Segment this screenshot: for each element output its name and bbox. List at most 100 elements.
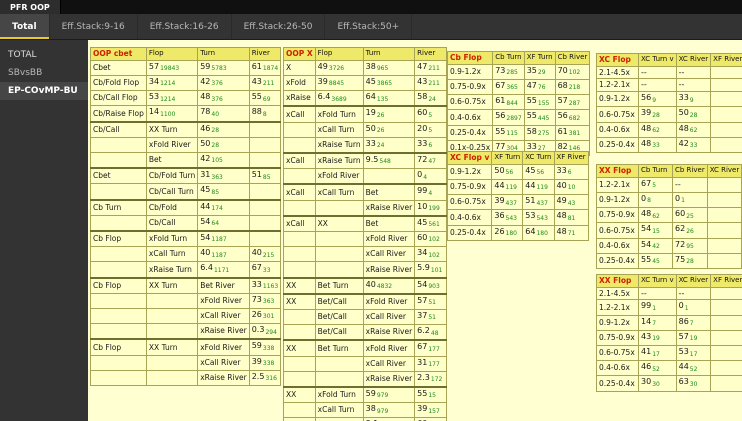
cell-value: 53543 — [523, 210, 554, 225]
cell-label: Bet River — [198, 278, 250, 294]
cell-value: 40215 — [249, 247, 280, 262]
cell-label: Bet/Call — [315, 325, 363, 341]
cell-value: 54903 — [415, 278, 446, 294]
tab-effstack-9-16[interactable]: Eff.Stack:9-16 — [50, 14, 138, 39]
cell-value: 2.5316 — [249, 370, 280, 385]
cell-value: 61844 — [493, 95, 524, 110]
table-row: 0.9-1.2x73285352970102 — [448, 64, 590, 79]
tab-total[interactable]: Total — [0, 14, 50, 39]
table-row: Bet/CallxRaise River6.248 — [284, 325, 447, 341]
table-row: xFold River5028 — [91, 137, 281, 152]
sidebar-item-ep-covmp-bu[interactable]: EP-COvMP-BU — [0, 82, 88, 100]
table-row: X4937263896547211 — [284, 60, 447, 75]
cell-label: Cb/Raise Flop — [91, 106, 147, 122]
cell-empty — [146, 293, 197, 308]
cell-value: 7295 — [673, 238, 708, 253]
cell-label: Cb/Call — [91, 122, 147, 138]
cell-label: Cb Flop — [91, 231, 147, 247]
stats-table-t3: Cb FlopCb TurnXF TurnCb River0.9-1.2x732… — [447, 51, 590, 156]
cell-value: 4871 — [554, 225, 588, 240]
table-row: 2.1-4.5x---- — [597, 287, 742, 300]
cell-label: xCall — [284, 184, 316, 200]
cell-empty — [707, 253, 742, 268]
cell-label: 0.75-0.9x — [448, 79, 493, 94]
cell-empty — [711, 107, 742, 122]
cell-value: 39437 — [492, 195, 523, 210]
cell-empty — [249, 231, 280, 247]
cell-value: 57287 — [555, 95, 590, 110]
cell-empty — [315, 200, 363, 216]
stack-tabbar: Total Eff.Stack:9-16 Eff.Stack:16-26 Eff… — [0, 14, 742, 40]
cell-value: 4117 — [639, 346, 677, 361]
cell-value: 5415 — [639, 223, 673, 238]
sidebar-item-sbvsbb[interactable]: SBvsBB — [0, 64, 88, 82]
cell-empty — [146, 355, 197, 370]
cell-empty — [711, 137, 742, 152]
cell-label: Cb Turn — [91, 200, 147, 216]
cell-value: -- — [639, 66, 677, 79]
table-row: xFold39884545386543211 — [284, 75, 447, 90]
cell-empty — [284, 122, 316, 137]
stats-table-t6: XX FlopCb TurnCb RiverXC River1.2-2.1x67… — [596, 164, 742, 269]
cell-label: xCall — [284, 106, 316, 122]
cell-value: 5185 — [249, 168, 280, 184]
cell-empty — [249, 152, 280, 168]
cell-empty — [711, 330, 742, 345]
cell-empty — [707, 238, 742, 253]
cell-value: 4319 — [639, 330, 677, 345]
table-row: xCall River39338 — [91, 355, 281, 370]
cell-label: 0.75-0.9x — [597, 330, 639, 345]
cell-label: Bet Turn — [315, 278, 363, 294]
cell-value: 336 — [415, 137, 446, 153]
table-row: 0.25-0.4x551155827561381 — [448, 125, 590, 140]
window-tab-label: PFR OOP — [10, 3, 50, 12]
cell-value: 2.3172 — [415, 371, 446, 387]
cell-value: 339 — [676, 92, 711, 107]
cell-label: xFold Turn — [315, 387, 363, 403]
tab-effstack-50plus[interactable]: Eff.Stack:50+ — [325, 14, 412, 39]
header-row: Cb FlopCb TurnXF TurnCb River — [448, 52, 590, 65]
cell-value: 3928 — [639, 107, 677, 122]
table-row: xCallxRaise Turn9.55487247 — [284, 153, 447, 169]
cell-value: 5751 — [415, 294, 446, 310]
cell-empty — [284, 137, 316, 153]
cell-value: 5028 — [198, 137, 250, 152]
column-header: River — [415, 48, 446, 61]
cell-value: 67365 — [493, 79, 524, 94]
tab-effstack-16-26[interactable]: Eff.Stack:16-26 — [138, 14, 232, 39]
table-row: xFold River60102 — [284, 231, 447, 246]
cell-value: 404832 — [363, 278, 415, 294]
cell-empty — [711, 92, 742, 107]
table-row: 0.4-0.6x36543535434881 — [448, 210, 589, 225]
table-row: Cb FlopxFold Turn541187 — [91, 231, 281, 247]
window-tab-pfr-oop[interactable]: PFR OOP — [0, 0, 61, 14]
cell-value: 4862 — [639, 208, 673, 223]
tab-effstack-26-50[interactable]: Eff.Stack:26-50 — [232, 14, 326, 39]
cell-label: xRaise Turn — [315, 153, 363, 169]
table-row: xFold River73363 — [91, 293, 281, 308]
cell-label: Cb/Fold Flop — [91, 75, 147, 90]
cell-label: 0.9-1.2x — [597, 315, 639, 330]
table-row: xCall Turn40118740215 — [91, 247, 281, 262]
table-title: XC Flop v — [448, 152, 492, 165]
cell-label: 0.6-0.75x — [597, 346, 639, 361]
table-row: xRaise Turn6.411716733 — [91, 262, 281, 278]
cell-label: 0.4-0.6x — [448, 210, 492, 225]
cell-value: 59338 — [249, 339, 280, 355]
cell-value: 34102 — [415, 247, 446, 262]
column-header: Flop — [315, 48, 363, 61]
cell-value: 4833 — [639, 137, 677, 152]
cell-value: 5569 — [249, 91, 280, 106]
cell-label: xRaise River — [363, 325, 415, 341]
table-row: 1.2-2.1x---- — [597, 79, 742, 92]
table-row: Cb/Raise Flop1411007840888 — [91, 106, 281, 122]
cell-label: 0.4-0.6x — [597, 122, 639, 137]
cell-value: 4652 — [639, 361, 677, 376]
sidebar-item-total[interactable]: TOTAL — [0, 40, 88, 64]
cell-value: 4452 — [676, 361, 711, 376]
cell-label: Cb/Call — [146, 215, 197, 231]
column-header: XF River — [711, 275, 742, 288]
table-row: 0.6-0.75x41175317 — [597, 346, 742, 361]
cell-value: 5056 — [492, 164, 523, 179]
cell-value: 5824 — [415, 91, 446, 107]
